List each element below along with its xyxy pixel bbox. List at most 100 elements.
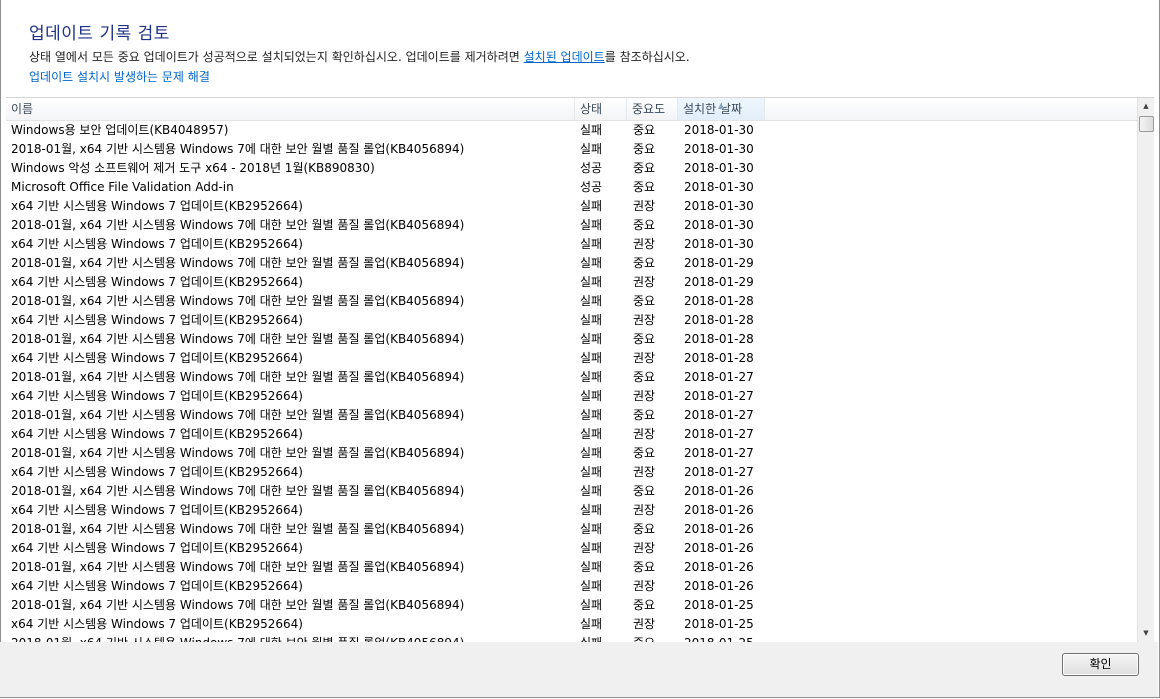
row-date: 2018-01-30 [684,218,754,232]
update-history-list: 이름 상태 중요도 ▲ 설치한 날짜 Windows용 보안 업데이트(KB40… [6,97,1154,643]
row-status: 실패 [580,275,603,289]
row-importance: 권장 [633,351,656,365]
table-row[interactable]: 2018-01월, x64 기반 시스템용 Windows 7에 대한 보안 월… [6,482,1138,501]
table-row[interactable]: x64 기반 시스템용 Windows 7 업데이트(KB2952664) 실패 권… [6,463,1138,482]
sort-ascending-icon: ▲ [718,101,725,110]
row-name: 2018-01월, x64 기반 시스템용 Windows 7에 대한 보안 월… [11,484,465,498]
row-name: 2018-01월, x64 기반 시스템용 Windows 7에 대한 보안 월… [11,598,465,612]
table-row[interactable]: 2018-01월, x64 기반 시스템용 Windows 7에 대한 보안 월… [6,406,1138,425]
row-name: x64 기반 시스템용 Windows 7 업데이트(KB2952664) [11,579,303,593]
column-header-name[interactable]: 이름 [6,98,575,120]
row-status: 실패 [580,522,603,536]
update-rows: Windows용 보안 업데이트(KB4048957) 실패 중요 2018-01-3… [6,121,1138,642]
table-row[interactable]: x64 기반 시스템용 Windows 7 업데이트(KB2952664) 실패 권… [6,501,1138,520]
table-row[interactable]: x64 기반 시스템용 Windows 7 업데이트(KB2952664) 실패 권… [6,349,1138,368]
row-date: 2018-01-26 [684,503,754,517]
row-importance: 권장 [633,541,656,555]
table-row[interactable]: 2018-01월, x64 기반 시스템용 Windows 7에 대한 보안 월… [6,558,1138,577]
row-importance: 중요 [633,142,656,156]
column-header-status[interactable]: 상태 [575,98,627,120]
table-row[interactable]: Microsoft Office File Validation Add-in 성… [6,178,1138,197]
row-name: x64 기반 시스템용 Windows 7 업데이트(KB2952664) [11,351,303,365]
row-name: 2018-01월, x64 기반 시스템용 Windows 7에 대한 보안 월… [11,370,465,384]
row-name: 2018-01월, x64 기반 시스템용 Windows 7에 대한 보안 월… [11,408,465,422]
column-header-row: 이름 상태 중요도 ▲ 설치한 날짜 [6,98,1138,121]
row-name: 2018-01월, x64 기반 시스템용 Windows 7에 대한 보안 월… [11,332,465,346]
row-status: 실패 [580,256,603,270]
table-row[interactable]: x64 기반 시스템용 Windows 7 업데이트(KB2952664) 실패 권… [6,577,1138,596]
table-row[interactable]: x64 기반 시스템용 Windows 7 업데이트(KB2952664) 실패 권… [6,615,1138,634]
row-date: 2018-01-27 [684,408,754,422]
table-row[interactable]: x64 기반 시스템용 Windows 7 업데이트(KB2952664) 실패 권… [6,387,1138,406]
row-date: 2018-01-30 [684,199,754,213]
table-row[interactable]: 2018-01월, x64 기반 시스템용 Windows 7에 대한 보안 월… [6,596,1138,615]
row-importance: 중요 [633,180,656,194]
table-row[interactable]: x64 기반 시스템용 Windows 7 업데이트(KB2952664) 실패 권… [6,539,1138,558]
description-text-end: 를 참조하십시오. [604,50,690,64]
row-importance: 중요 [633,256,656,270]
row-date: 2018-01-30 [684,142,754,156]
row-importance: 중요 [633,522,656,536]
row-importance: 권장 [633,313,656,327]
row-name: 2018-01월, x64 기반 시스템용 Windows 7에 대한 보안 월… [11,256,465,270]
row-importance: 중요 [633,370,656,384]
table-row[interactable]: x64 기반 시스템용 Windows 7 업데이트(KB2952664) 실패 권… [6,197,1138,216]
row-importance: 권장 [633,237,656,251]
row-importance: 중요 [633,598,656,612]
dialog-footer [0,642,1158,697]
row-status: 실패 [580,142,603,156]
installed-updates-link[interactable]: 설치된 업데이트 [524,50,605,64]
row-status: 실패 [580,427,603,441]
table-row[interactable]: 2018-01월, x64 기반 시스템용 Windows 7에 대한 보안 월… [6,140,1138,159]
row-status: 실패 [580,446,603,460]
row-date: 2018-01-30 [684,123,754,137]
row-status: 실패 [580,484,603,498]
row-status: 성공 [580,161,603,175]
table-row[interactable]: 2018-01월, x64 기반 시스템용 Windows 7에 대한 보안 월… [6,330,1138,349]
table-row[interactable]: 2018-01월, x64 기반 시스템용 Windows 7에 대한 보안 월… [6,216,1138,235]
column-header-date[interactable]: ▲ 설치한 날짜 [678,98,765,120]
table-row[interactable]: 2018-01월, x64 기반 시스템용 Windows 7에 대한 보안 월… [6,254,1138,273]
table-row[interactable]: x64 기반 시스템용 Windows 7 업데이트(KB2952664) 실패 권… [6,273,1138,292]
table-row[interactable]: 2018-01월, x64 기반 시스템용 Windows 7에 대한 보안 월… [6,368,1138,387]
column-header-date-label: 설치한 날짜 [683,102,743,116]
row-status: 실패 [580,598,603,612]
row-importance: 중요 [633,560,656,574]
row-date: 2018-01-27 [684,465,754,479]
row-date: 2018-01-30 [684,180,754,194]
table-row[interactable]: Windows 악성 소프트웨어 제거 도구 x64 - 2018년 1월(KB… [6,159,1138,178]
table-row[interactable]: 2018-01월, x64 기반 시스템용 Windows 7에 대한 보안 월… [6,292,1138,311]
table-row[interactable]: x64 기반 시스템용 Windows 7 업데이트(KB2952664) 실패 권… [6,311,1138,330]
table-row[interactable]: x64 기반 시스템용 Windows 7 업데이트(KB2952664) 실패 권… [6,425,1138,444]
row-date: 2018-01-27 [684,427,754,441]
row-date: 2018-01-27 [684,389,754,403]
table-row[interactable]: x64 기반 시스템용 Windows 7 업데이트(KB2952664) 실패 권… [6,235,1138,254]
table-row[interactable]: 2018-01월, x64 기반 시스템용 Windows 7에 대한 보안 월… [6,520,1138,539]
row-name: 2018-01월, x64 기반 시스템용 Windows 7에 대한 보안 월… [11,218,465,232]
row-date: 2018-01-28 [684,294,754,308]
row-date: 2018-01-27 [684,370,754,384]
row-status: 실패 [580,332,603,346]
troubleshoot-link[interactable]: 업데이트 설치시 발생하는 문제 해결 [29,68,210,85]
row-name: 2018-01월, x64 기반 시스템용 Windows 7에 대한 보안 월… [11,560,465,574]
scroll-down-arrow-icon[interactable]: ▼ [1138,625,1154,642]
row-importance: 권장 [633,503,656,517]
row-importance: 권장 [633,465,656,479]
row-name: x64 기반 시스템용 Windows 7 업데이트(KB2952664) [11,389,303,403]
scrollbar-thumb[interactable] [1139,116,1154,132]
row-date: 2018-01-29 [684,275,754,289]
row-importance: 중요 [633,218,656,232]
row-name: 2018-01월, x64 기반 시스템용 Windows 7에 대한 보안 월… [11,142,465,156]
ok-button[interactable]: 확인 [1062,653,1139,676]
row-date: 2018-01-26 [684,560,754,574]
row-importance: 중요 [633,484,656,498]
table-row[interactable]: Windows용 보안 업데이트(KB4048957) 실패 중요 2018-01-3… [6,121,1138,140]
vertical-scrollbar[interactable]: ▲ ▼ [1137,98,1154,642]
table-row[interactable]: 2018-01월, x64 기반 시스템용 Windows 7에 대한 보안 월… [6,444,1138,463]
scroll-up-arrow-icon[interactable]: ▲ [1138,98,1154,115]
page-title: 업데이트 기록 검토 [29,24,170,44]
row-status: 실패 [580,294,603,308]
row-date: 2018-01-28 [684,351,754,365]
column-header-importance[interactable]: 중요도 [627,98,678,120]
row-date: 2018-01-26 [684,484,754,498]
